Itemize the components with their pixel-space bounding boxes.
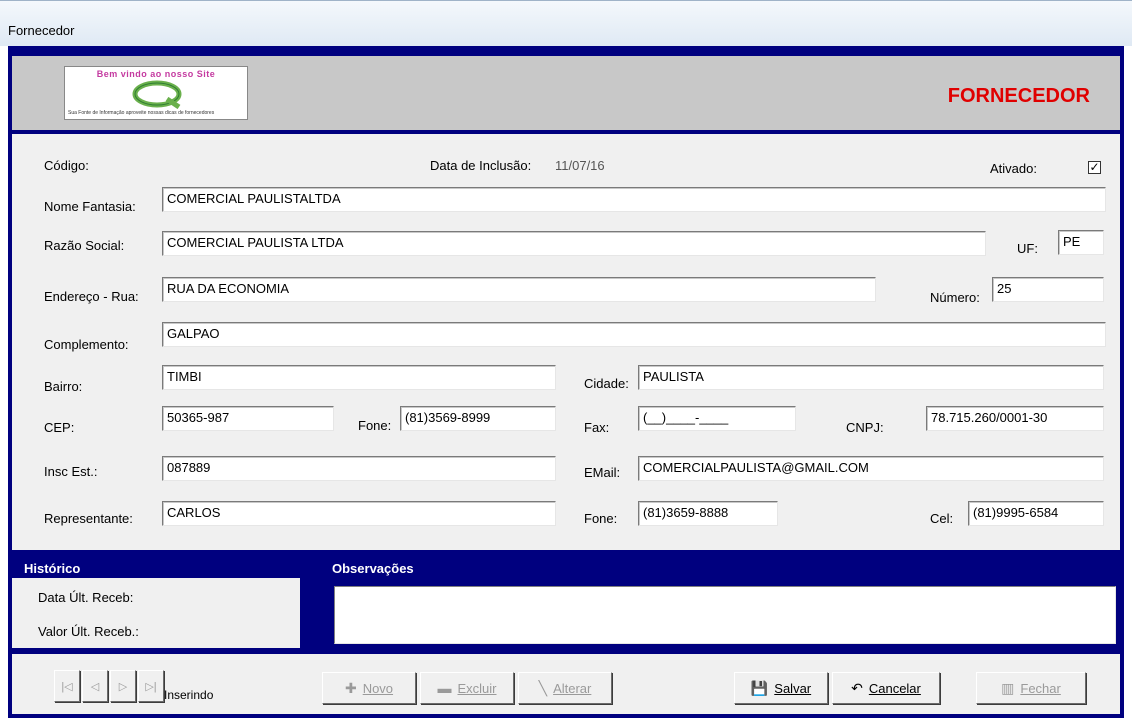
- bairro-input[interactable]: TIMBI: [162, 365, 556, 390]
- fechar-button[interactable]: ▥ Fechar: [976, 672, 1086, 704]
- logo-q-icon: [132, 80, 182, 109]
- minus-icon: ▬: [437, 680, 452, 696]
- insc-est-input[interactable]: 087889: [162, 456, 556, 481]
- cancelar-button[interactable]: ↶ Cancelar: [832, 672, 940, 704]
- page-title: FORNECEDOR: [947, 85, 1090, 107]
- novo-label: Novo: [362, 680, 394, 696]
- undo-icon: ↶: [851, 679, 863, 696]
- fax-label: Fax:: [584, 420, 610, 435]
- ativado-label: Ativado:: [990, 161, 1037, 176]
- cel-label: Cel:: [930, 511, 954, 526]
- excluir-label: Excluir: [457, 680, 497, 696]
- fone1-label: Fone:: [358, 418, 392, 433]
- uf-input[interactable]: PE: [1058, 230, 1104, 255]
- endereco-label: Endereço - Rua:: [44, 289, 139, 304]
- observacoes-title: Observações: [332, 561, 414, 576]
- data-ult-receb-label: Data Últ. Receb:: [38, 590, 134, 605]
- title-bar: Fornecedor: [0, 0, 1132, 46]
- complemento-label: Complemento:: [44, 337, 129, 352]
- alterar-label: Alterar: [553, 680, 592, 696]
- next-record-button[interactable]: ▷: [110, 670, 136, 702]
- nome-fantasia-input[interactable]: COMERCIAL PAULISTALTDA: [162, 187, 1106, 212]
- prev-icon: ◁: [90, 680, 100, 693]
- endereco-input[interactable]: RUA DA ECONOMIA: [162, 277, 876, 302]
- valor-ult-receb-label: Valor Últ. Receb.:: [38, 624, 139, 639]
- logo: Bem vindo ao nosso Site Sua Fonte de Inf…: [64, 66, 248, 120]
- cidade-label: Cidade:: [584, 376, 629, 391]
- numero-input[interactable]: 25: [992, 277, 1104, 302]
- window-title: Fornecedor: [8, 23, 75, 38]
- observacoes-textarea[interactable]: [334, 586, 1116, 644]
- first-icon: |◁: [61, 680, 73, 693]
- prev-record-button[interactable]: ◁: [82, 670, 108, 702]
- data-inclusao-value: 11/07/16: [555, 158, 605, 173]
- pencil-icon: ╲: [538, 679, 548, 696]
- uf-label: UF:: [1017, 241, 1038, 256]
- logo-text: Bem vindo ao nosso Site: [96, 69, 216, 79]
- fechar-label: Fechar: [1020, 680, 1061, 696]
- novo-button[interactable]: ✚ Novo: [322, 672, 416, 704]
- fone1-input[interactable]: (81)3569-8999: [400, 406, 556, 431]
- cep-input[interactable]: 50365-987: [162, 406, 334, 431]
- cep-label: CEP:: [44, 420, 75, 435]
- razao-social-label: Razão Social:: [44, 238, 125, 253]
- salvar-button[interactable]: 💾 Salvar: [734, 672, 828, 704]
- insc-est-label: Insc Est.:: [44, 464, 98, 479]
- last-icon: ▷|: [145, 680, 157, 693]
- logo-fine-print: Sua Fonte de Informação aproveite nossas…: [68, 110, 215, 116]
- record-status: Inserindo: [164, 688, 214, 702]
- representante-input[interactable]: CARLOS: [162, 501, 556, 526]
- ativado-checkbox[interactable]: ✓: [1088, 161, 1101, 174]
- bairro-label: Bairro:: [44, 379, 83, 394]
- cancelar-label: Cancelar: [868, 680, 921, 696]
- fone2-label: Fone:: [584, 511, 618, 526]
- next-icon: ▷: [118, 680, 128, 693]
- cel-input[interactable]: (81)9995-6584: [968, 501, 1104, 526]
- fone2-input[interactable]: (81)3659-8888: [638, 501, 778, 526]
- plus-icon: ✚: [344, 679, 357, 696]
- representante-label: Representante:: [44, 511, 133, 526]
- cnpj-label: CNPJ:: [846, 420, 884, 435]
- fax-input[interactable]: (__)____-____: [638, 406, 796, 431]
- cnpj-input[interactable]: 78.715.260/0001-30: [926, 406, 1104, 431]
- first-record-button[interactable]: |◁: [54, 670, 80, 702]
- header-panel: Bem vindo ao nosso Site Sua Fonte de Inf…: [12, 56, 1120, 130]
- cidade-input[interactable]: PAULISTA: [638, 365, 1104, 390]
- razao-social-input[interactable]: COMERCIAL PAULISTA LTDA: [162, 231, 986, 256]
- complemento-input[interactable]: GALPAO: [162, 322, 1106, 347]
- nome-fantasia-label: Nome Fantasia:: [44, 199, 136, 214]
- numero-label: Número:: [930, 290, 980, 305]
- alterar-button[interactable]: ╲ Alterar: [518, 672, 612, 704]
- email-label: EMail:: [584, 465, 621, 480]
- floppy-disk-icon: 💾: [750, 679, 769, 696]
- codigo-label: Código:: [44, 158, 89, 173]
- excluir-button[interactable]: ▬ Excluir: [420, 672, 514, 704]
- data-inclusao-label: Data de Inclusão:: [430, 158, 532, 173]
- email-input[interactable]: COMERCIALPAULISTA@GMAIL.COM: [638, 456, 1104, 481]
- last-record-button[interactable]: ▷|: [138, 670, 164, 702]
- historico-title: Histórico: [24, 561, 81, 576]
- door-icon: ▥: [1001, 679, 1015, 696]
- salvar-label: Salvar: [774, 680, 812, 696]
